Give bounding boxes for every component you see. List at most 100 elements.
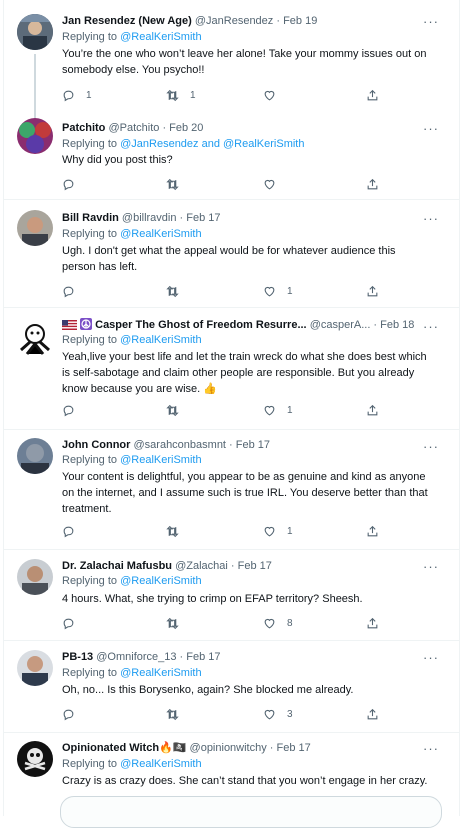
reply-compose-box[interactable] <box>60 796 442 828</box>
retweet-button[interactable] <box>166 176 190 192</box>
avatar[interactable] <box>17 118 53 154</box>
like-button[interactable]: 3 <box>263 706 293 722</box>
replying-prefix: Replying to <box>62 138 118 150</box>
tweet[interactable]: Dr. Zalachai Mafusbu @Zalachai · Feb 17 … <box>4 549 459 641</box>
like-count: 1 <box>287 285 293 297</box>
retweet-icon <box>166 525 179 537</box>
replying-handle[interactable]: @JanResendez and @RealKeriSmith <box>120 138 304 150</box>
author-name[interactable]: Dr. Zalachai Mafusbu <box>62 560 172 572</box>
share-button[interactable] <box>366 706 379 722</box>
avatar[interactable] <box>17 559 53 595</box>
like-button[interactable]: 1 <box>263 402 293 418</box>
reply-button[interactable] <box>62 176 86 192</box>
author-meta[interactable]: @casperA... · Feb 18 <box>310 319 415 331</box>
author-meta[interactable]: @JanResendez · Feb 19 <box>195 15 317 27</box>
author-meta[interactable]: @billravdin · Feb 17 <box>122 212 221 224</box>
avatar[interactable] <box>17 741 53 777</box>
tweet-text: You’re the one who won’t leave her alone… <box>62 46 442 78</box>
retweet-button[interactable] <box>166 523 190 539</box>
text-line: 4 hours. What, she trying to crimp on EF… <box>62 593 363 605</box>
text-line: treatment. <box>62 503 112 515</box>
replying-handle[interactable]: @RealKeriSmith <box>120 454 201 466</box>
tweet[interactable]: PB-13 @Omniforce_13 · Feb 17 ··· Replyin… <box>4 640 459 733</box>
tweet-text: Your content is delightful, you appear t… <box>62 469 442 517</box>
author-name[interactable]: John Connor <box>62 439 130 451</box>
like-button[interactable]: 1 <box>263 523 293 539</box>
replying-to: Replying to @JanResendez and @RealKeriSm… <box>62 137 304 151</box>
tweet[interactable]: Jan Resendez (New Age) @JanResendez · Fe… <box>4 0 459 120</box>
share-button[interactable] <box>366 176 379 192</box>
tweet[interactable]: Casper The Ghost of Freedom Resurre... @… <box>4 307 459 430</box>
tweet-text: Oh, no... Is this Borysenko, again? She … <box>62 682 442 698</box>
retweet-count: 1 <box>190 89 196 101</box>
replying-handle[interactable]: @RealKeriSmith <box>120 334 201 346</box>
replying-handle[interactable]: @RealKeriSmith <box>120 228 201 240</box>
author-name[interactable]: Bill Ravdin <box>62 212 119 224</box>
tweet-header: Casper The Ghost of Freedom Resurre... @… <box>62 317 425 333</box>
tweet-header: PB-13 @Omniforce_13 · Feb 17 <box>62 649 425 665</box>
reply-button[interactable]: 1 <box>62 87 92 103</box>
retweet-button[interactable] <box>166 402 190 418</box>
reply-button[interactable] <box>62 523 86 539</box>
avatar[interactable] <box>17 210 53 246</box>
more-icon[interactable]: ··· <box>423 560 439 573</box>
author-name[interactable]: Casper The Ghost of Freedom Resurre... <box>95 319 307 331</box>
share-icon <box>367 708 378 719</box>
share-button[interactable] <box>366 87 379 103</box>
like-button[interactable] <box>263 87 287 103</box>
tweet-actions: 1 1 <box>62 87 392 103</box>
like-button[interactable] <box>263 176 287 192</box>
author-name[interactable]: Opinionated Witch🔥🏴‍☠️ <box>62 742 186 754</box>
replying-handle[interactable]: @RealKeriSmith <box>120 758 201 770</box>
retweet-button[interactable] <box>166 706 190 722</box>
retweet-button[interactable]: 1 <box>166 87 196 103</box>
like-button[interactable]: 1 <box>263 283 293 299</box>
retweet-button[interactable] <box>166 283 190 299</box>
replying-handle[interactable]: @RealKeriSmith <box>120 31 201 43</box>
tweet[interactable]: Bill Ravdin @billravdin · Feb 17 ··· Rep… <box>4 199 459 308</box>
author-name[interactable]: Jan Resendez (New Age) <box>62 15 192 27</box>
more-icon[interactable]: ··· <box>423 122 439 135</box>
avatar[interactable] <box>17 650 53 686</box>
author-meta[interactable]: @Patchito · Feb 20 <box>108 122 203 134</box>
tweet-actions: 1 <box>62 402 392 418</box>
tweet-header: John Connor @sarahconbasmnt · Feb 17 <box>62 437 425 453</box>
more-icon[interactable]: ··· <box>423 651 439 664</box>
author-name[interactable]: Patchito <box>62 122 105 134</box>
author-name[interactable]: PB-13 <box>62 651 93 663</box>
share-button[interactable] <box>366 615 379 631</box>
tweet[interactable]: John Connor @sarahconbasmnt · Feb 17 ···… <box>4 429 459 550</box>
tweet-header: Jan Resendez (New Age) @JanResendez · Fe… <box>62 13 425 29</box>
more-icon[interactable]: ··· <box>423 440 439 453</box>
like-button[interactable]: 8 <box>263 615 293 631</box>
share-button[interactable] <box>366 283 379 299</box>
reply-button[interactable] <box>62 402 86 418</box>
more-icon[interactable]: ··· <box>423 742 439 755</box>
reply-button[interactable] <box>62 615 86 631</box>
author-meta[interactable]: @Zalachai · Feb 17 <box>175 560 272 572</box>
retweet-button[interactable] <box>166 615 190 631</box>
reply-button[interactable] <box>62 706 86 722</box>
avatar[interactable] <box>17 438 53 474</box>
text-line: Yeah,live your best life and let the tra… <box>62 351 427 363</box>
more-icon[interactable]: ··· <box>423 212 439 225</box>
share-button[interactable] <box>366 523 379 539</box>
replying-to: Replying to @RealKeriSmith <box>62 666 202 680</box>
text-line: know because you are wise. 👍 <box>62 383 217 395</box>
tweet[interactable]: Patchito @Patchito · Feb 20 ··· Replying… <box>4 108 459 200</box>
more-icon[interactable]: ··· <box>423 320 439 333</box>
avatar[interactable] <box>17 14 53 50</box>
avatar[interactable] <box>17 320 53 356</box>
text-line: somebody else. You psycho!! <box>62 64 205 76</box>
text-line: Crazy is as crazy does. She can’t stand … <box>62 775 428 787</box>
author-meta[interactable]: @sarahconbasmnt · Feb 17 <box>134 439 271 451</box>
author-meta[interactable]: @opinionwitchy · Feb 17 <box>190 742 311 754</box>
more-icon[interactable]: ··· <box>423 15 439 28</box>
author-meta[interactable]: @Omniforce_13 · Feb 17 <box>96 651 220 663</box>
replying-handle[interactable]: @RealKeriSmith <box>120 575 201 587</box>
heart-icon <box>264 286 275 296</box>
replying-handle[interactable]: @RealKeriSmith <box>120 667 201 679</box>
reply-icon <box>63 526 74 537</box>
share-button[interactable] <box>366 402 379 418</box>
reply-button[interactable] <box>62 283 86 299</box>
